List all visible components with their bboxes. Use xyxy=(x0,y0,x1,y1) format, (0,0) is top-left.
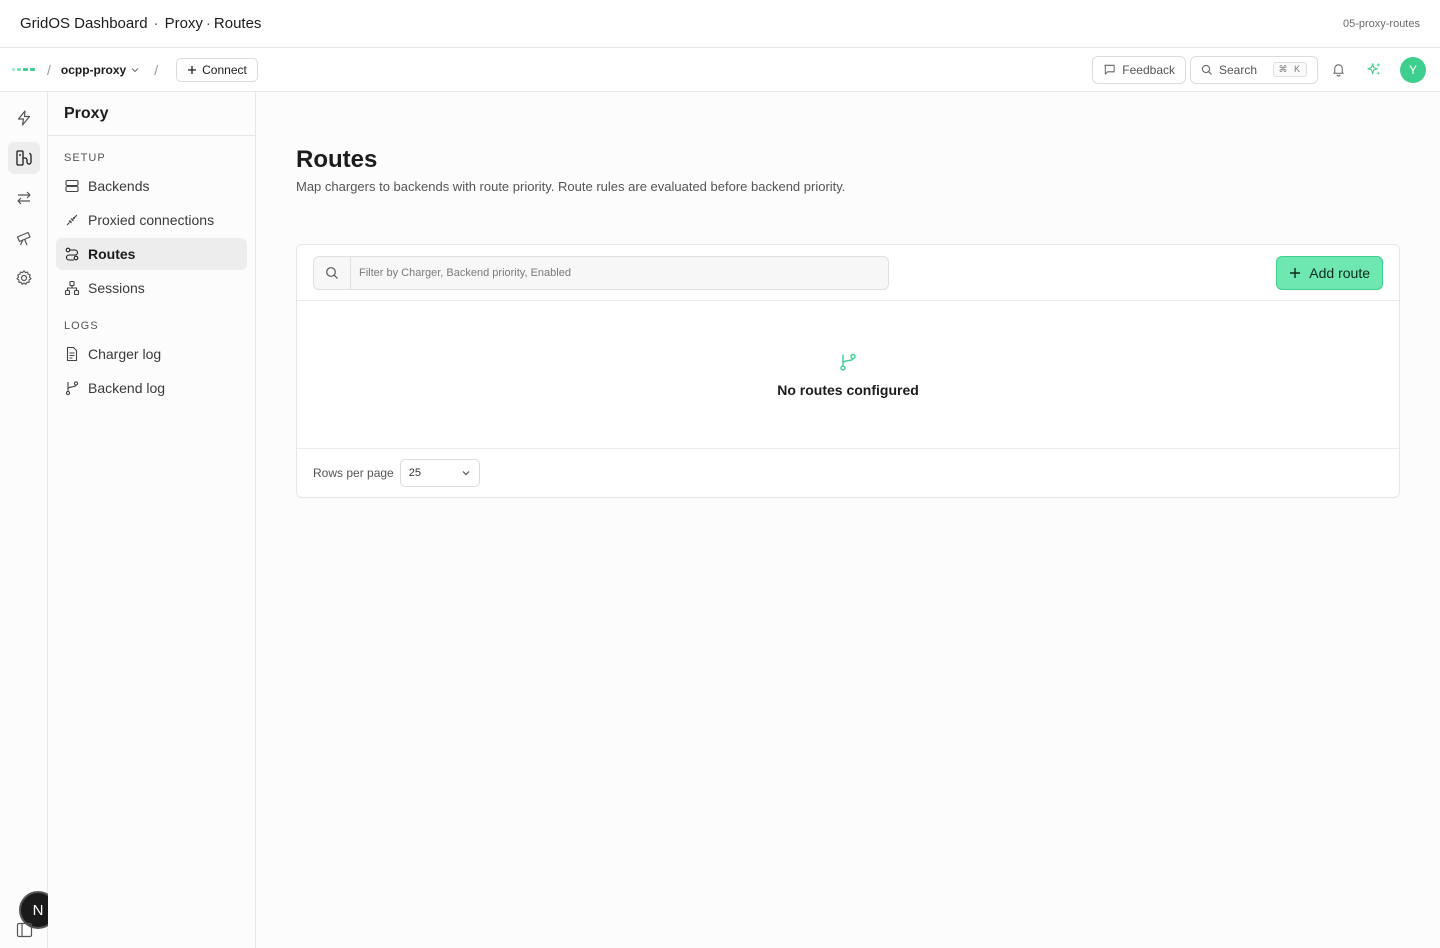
section-name: Proxy xyxy=(164,15,203,32)
sidebar-item-backend-log[interactable]: Backend log xyxy=(56,372,247,404)
page-title: Routes xyxy=(296,146,378,173)
feedback-button[interactable]: Feedback xyxy=(1092,55,1186,84)
sidebar-section-label: SETUP xyxy=(64,152,106,164)
sidebar-item-charger-log[interactable]: Charger log xyxy=(56,338,247,370)
page-name: Routes xyxy=(213,15,262,32)
lightning-icon xyxy=(17,110,31,126)
panel-left-icon xyxy=(16,922,33,938)
sidebar-section-setup: SETUP Backends Proxied connections Route… xyxy=(48,152,255,304)
sidebar-title: Proxy xyxy=(48,92,255,136)
rail-item-power[interactable] xyxy=(8,102,40,134)
app-name: GridOS Dashboard xyxy=(20,15,148,32)
table-footer: Rows per page 25 xyxy=(297,449,1399,497)
add-route-label: Add route xyxy=(1309,264,1370,281)
connect-label: Connect xyxy=(202,62,247,77)
network-icon xyxy=(64,280,80,296)
sidebar-item-sessions[interactable]: Sessions xyxy=(56,272,247,304)
bell-icon xyxy=(1332,64,1344,77)
plug-icon xyxy=(66,214,78,226)
server-icon xyxy=(65,179,79,193)
sidebar-item-label: Sessions xyxy=(88,280,145,296)
sidebar-item-label: Routes xyxy=(88,246,136,262)
sidebar-item-label: Charger log xyxy=(88,346,162,362)
assistant-button[interactable] xyxy=(1358,56,1390,84)
sidebar-item-label: Backend log xyxy=(88,380,166,396)
empty-state: No routes configured xyxy=(297,301,1399,449)
chevron-down-icon xyxy=(131,67,139,72)
sidebar-item-routes[interactable]: Routes xyxy=(56,238,247,270)
sparkles-icon xyxy=(1366,62,1380,76)
search-icon xyxy=(326,266,338,279)
breadcrumb-separator: / xyxy=(47,61,51,78)
rows-per-page-select[interactable]: 25 xyxy=(399,459,480,487)
search-icon xyxy=(1201,64,1212,75)
chevron-down-icon xyxy=(462,471,470,476)
window-titlebar: GridOS Dashboard · Proxy · Routes 05-proxy-r… xyxy=(0,0,1440,48)
plus-icon xyxy=(1290,267,1301,278)
search-button[interactable]: Search ⌘ K xyxy=(1190,55,1318,84)
git-branch-icon xyxy=(65,381,79,396)
add-route-button[interactable]: Add route xyxy=(1276,255,1383,290)
sidebar-item-label: Backends xyxy=(88,178,150,194)
route-icon xyxy=(65,247,79,261)
gear-icon xyxy=(16,270,32,285)
search-label: Search xyxy=(1219,62,1258,77)
page-description: Map chargers to backends with route prio… xyxy=(296,179,846,194)
sidebar-item-label: Proxied connections xyxy=(88,212,215,228)
rows-per-page-label: Rows per page xyxy=(313,466,394,480)
routes-table-card: Add route No routes configured Rows per … xyxy=(296,244,1400,498)
ev-charger-icon xyxy=(16,150,32,166)
rows-per-page-value: 25 xyxy=(408,467,421,479)
arrows-left-right-icon xyxy=(17,191,31,205)
sidebar-section-label: LOGS xyxy=(64,320,99,332)
user-avatar[interactable]: Y xyxy=(1400,56,1426,83)
window-title: GridOS Dashboard · Proxy · Routes xyxy=(20,15,262,32)
main-content: Routes Map chargers to backends with rou… xyxy=(256,92,1440,948)
rail-item-settings[interactable] xyxy=(8,262,40,294)
plus-icon xyxy=(188,65,197,74)
message-square-icon xyxy=(1104,64,1115,75)
rail-item-proxy[interactable] xyxy=(8,142,40,174)
icon-rail xyxy=(0,92,48,948)
filter-search-button[interactable] xyxy=(314,256,351,289)
git-branch-icon xyxy=(840,353,856,371)
connect-button[interactable]: Connect xyxy=(176,57,258,82)
keyboard-shortcut: ⌘ K xyxy=(1273,62,1307,77)
top-navigation: / ocpp-proxy / Connect Feedback Search ⌘… xyxy=(0,48,1440,92)
filter-input[interactable] xyxy=(351,266,888,279)
sidebar-toggle-button[interactable] xyxy=(16,921,33,943)
sidebar-item-proxied-connections[interactable]: Proxied connections xyxy=(56,204,247,236)
document-icon xyxy=(66,346,78,362)
project-selector[interactable]: ocpp-proxy xyxy=(61,63,140,77)
brand-logo-icon[interactable] xyxy=(12,68,35,71)
sidebar-item-backends[interactable]: Backends xyxy=(56,170,247,202)
proxy-sidebar: Proxy SETUP Backends Proxied connections… xyxy=(48,92,256,948)
notifications-button[interactable] xyxy=(1322,56,1354,84)
feedback-label: Feedback xyxy=(1122,62,1175,77)
page-slug: 05-proxy-routes xyxy=(1342,17,1420,30)
empty-state-message: No routes configured xyxy=(777,381,919,398)
breadcrumb-separator: / xyxy=(154,61,159,78)
rail-item-transfers[interactable] xyxy=(8,182,40,214)
telescope-icon xyxy=(16,231,31,246)
rail-item-campaigns[interactable] xyxy=(8,222,40,254)
sidebar-section-logs: LOGS Charger log Backend log xyxy=(48,320,255,404)
project-name: ocpp-proxy xyxy=(60,62,127,77)
filter-field xyxy=(313,255,889,290)
table-toolbar: Add route xyxy=(297,245,1399,301)
